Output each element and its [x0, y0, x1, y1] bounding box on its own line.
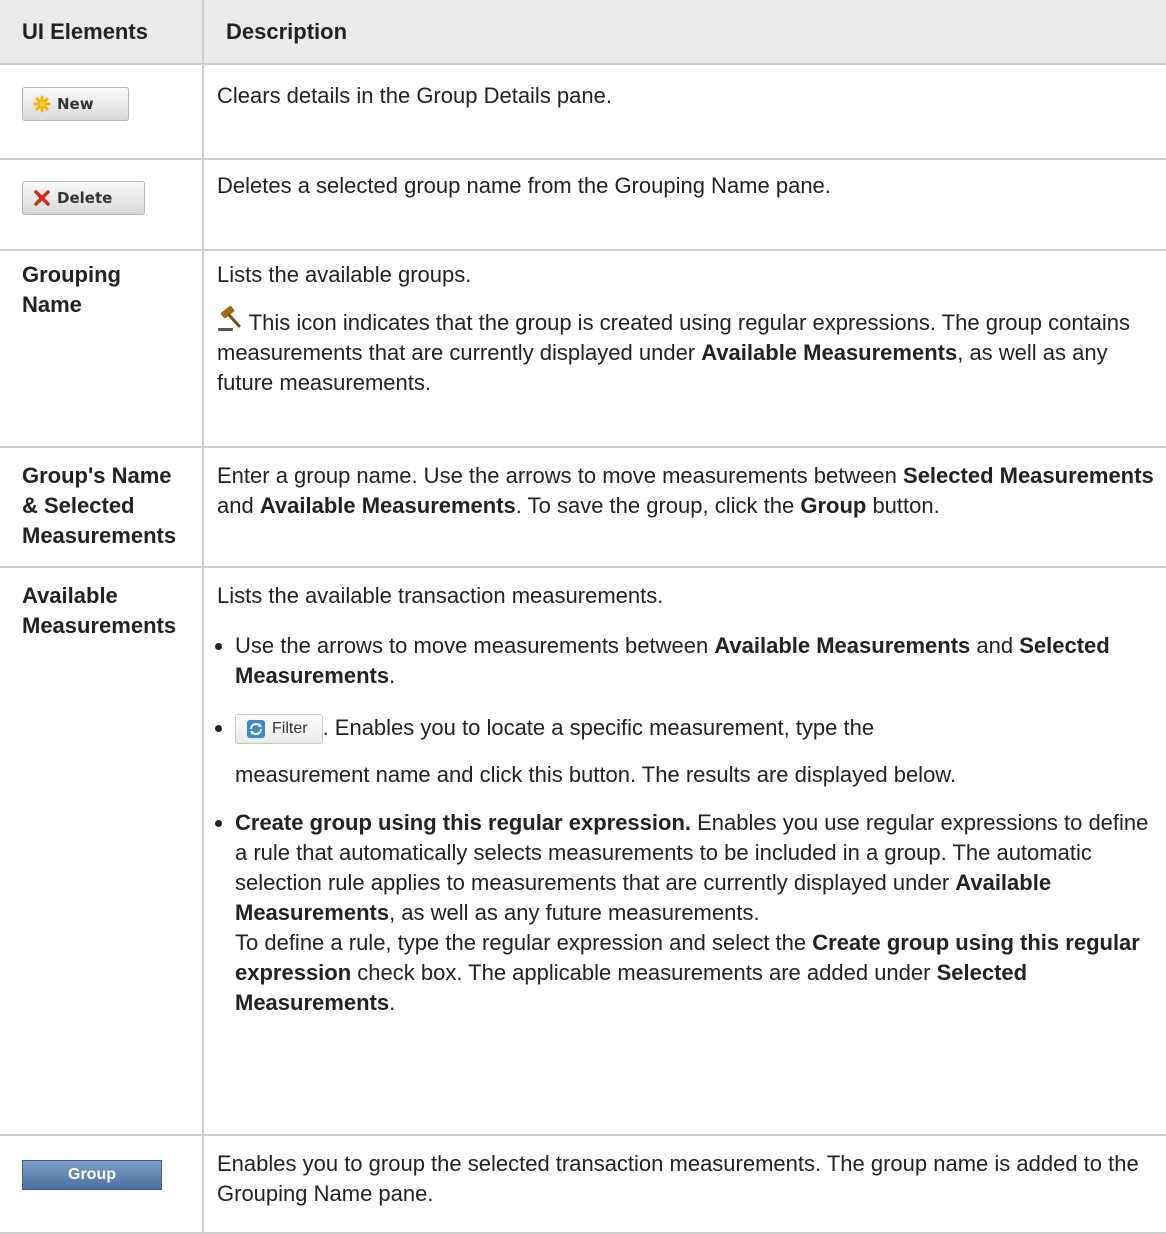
- list-item: Create group using this regular expressi…: [235, 808, 1158, 1018]
- available-measurements-description: Lists the available transaction measurem…: [217, 583, 664, 608]
- group-description: Enables you to group the selected transa…: [203, 1135, 1166, 1234]
- table-row-available-measurements: Available Measurements Lists the availab…: [0, 567, 1166, 1136]
- grouping-name-icon-note: This icon indicates that the group is cr…: [217, 305, 1158, 398]
- filter-button[interactable]: Filter: [235, 714, 323, 745]
- delete-button[interactable]: Delete: [22, 181, 145, 215]
- available-measurements-list: Use the arrows to move measurements betw…: [217, 631, 1158, 1018]
- delete-x-icon: [34, 190, 50, 206]
- gavel-icon: [218, 305, 241, 331]
- col-header-ui-elements: UI Elements: [0, 0, 204, 65]
- delete-button-label: Delete: [57, 189, 113, 207]
- table-row-group: Group Enables you to group the selected …: [0, 1135, 1166, 1234]
- new-description: Clears details in the Group Details pane…: [203, 64, 1166, 160]
- table-header-row: UI Elements Description: [0, 0, 1166, 65]
- table-row-groups-name: Group's Name & Selected Measurements Ent…: [0, 447, 1166, 568]
- grouping-name-description: Lists the available groups.: [217, 262, 472, 287]
- ui-elements-table: UI Elements Description New Clears detai…: [0, 0, 1166, 1234]
- grouping-name-label: Grouping Name: [0, 250, 204, 448]
- table-row-grouping-name: Grouping Name Lists the available groups…: [0, 250, 1166, 448]
- filter-refresh-icon: [247, 720, 265, 739]
- list-item: Filter . Enables you to locate a specifi…: [235, 713, 1158, 790]
- available-measurements-label: Available Measurements: [0, 567, 204, 1136]
- col-header-description: Description: [203, 0, 1166, 65]
- table-row-new: New Clears details in the Group Details …: [0, 64, 1166, 160]
- groups-name-description: Enter a group name. Use the arrows to mo…: [203, 447, 1166, 568]
- filter-button-label: Filter: [272, 720, 308, 738]
- groups-name-label: Group's Name & Selected Measurements: [0, 447, 204, 568]
- table-row-delete: Delete Deletes a selected group name fro…: [0, 159, 1166, 251]
- list-item: Use the arrows to move measurements betw…: [235, 631, 1158, 691]
- new-star-icon: [33, 95, 51, 113]
- delete-description: Deletes a selected group name from the G…: [203, 159, 1166, 251]
- new-button-label: New: [57, 95, 94, 113]
- new-button[interactable]: New: [22, 87, 129, 121]
- group-button[interactable]: Group: [22, 1160, 162, 1190]
